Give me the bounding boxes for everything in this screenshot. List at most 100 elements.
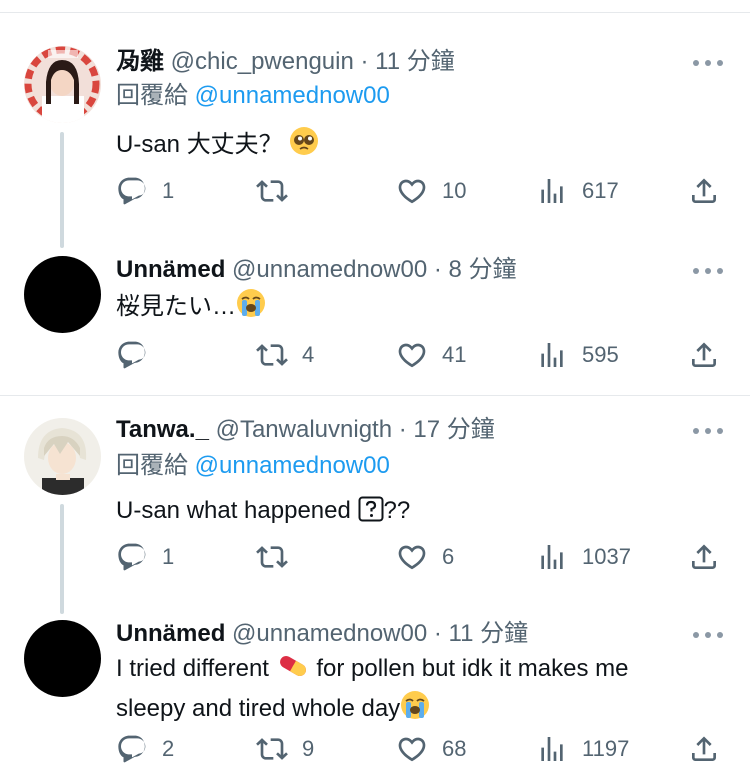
tweet-actions: 1 6 1037 (116, 540, 726, 574)
retweet-icon (256, 541, 288, 573)
more-options-icon[interactable] (693, 266, 723, 276)
display-name[interactable]: Unnämed (116, 620, 225, 647)
share-icon (688, 175, 720, 207)
reply-context: 回覆給 @unnamednow00 (116, 450, 390, 482)
user-handle[interactable]: @unnamednow00 (232, 620, 427, 647)
share-button[interactable] (688, 338, 720, 372)
tweet-text: 桜見たい… (116, 288, 706, 328)
thread-connector (60, 504, 64, 614)
views-chart-icon (536, 339, 568, 371)
thread-divider (0, 395, 750, 396)
heart-icon (396, 541, 428, 573)
share-icon (688, 339, 720, 371)
views-button[interactable]: 617 (536, 174, 619, 208)
like-count: 41 (442, 342, 467, 367)
tweet-header: Unnämed @unnamednow00 · 11 分鐘 (116, 618, 528, 650)
views-button[interactable]: 1197 (536, 732, 629, 766)
reply-button[interactable]: 1 (116, 540, 174, 574)
like-button[interactable]: 68 (396, 732, 466, 766)
separator-dot: · (360, 48, 369, 75)
retweet-button[interactable] (256, 174, 302, 208)
thread-connector (60, 132, 64, 248)
views-button[interactable]: 595 (536, 338, 619, 372)
tweet-actions: 2 9 68 1197 (116, 732, 726, 766)
reply-mention-link[interactable]: @unnamednow00 (195, 452, 390, 479)
timestamp[interactable]: 17 分鐘 (413, 416, 494, 443)
avatar[interactable] (24, 418, 101, 495)
user-handle[interactable]: @Tanwaluvnigth (216, 416, 392, 443)
reply-prefix: 回覆給 (116, 82, 188, 109)
tweet-text-line2: sleepy and tired whole day (116, 695, 401, 722)
loudly-crying-face-emoji (400, 690, 430, 730)
reply-icon (116, 733, 148, 765)
avatar[interactable] (24, 256, 101, 333)
retweet-button[interactable]: 4 (256, 338, 314, 372)
reply-button[interactable]: 2 (116, 732, 174, 766)
more-options-icon[interactable] (693, 426, 723, 436)
retweet-button[interactable] (256, 540, 302, 574)
tweet-text: I tried different for pollen but idk it … (116, 652, 706, 730)
tweet-text-content: U-san what happened (116, 497, 351, 524)
tweet-text-content: U-san 大丈夫？ (116, 131, 283, 158)
tweet-text-suffix: ?? (383, 497, 411, 524)
tweet-header: Tanwa._ @Tanwaluvnigth · 17 分鐘 (116, 414, 495, 446)
reply-context: 回覆給 @unnamednow00 (116, 80, 390, 112)
share-button[interactable] (688, 174, 720, 208)
reply-button[interactable] (116, 338, 162, 372)
retweet-icon (256, 733, 288, 765)
more-options-icon[interactable] (693, 630, 723, 640)
like-count: 10 (442, 178, 467, 203)
like-count: 68 (442, 736, 467, 761)
share-button[interactable] (688, 540, 720, 574)
timestamp[interactable]: 11 分鐘 (375, 48, 455, 75)
retweet-button[interactable]: 9 (256, 732, 314, 766)
display-name[interactable]: Unnämed (116, 256, 225, 283)
reply-count: 2 (162, 736, 175, 761)
like-count: 6 (442, 544, 455, 569)
top-divider (0, 12, 750, 13)
display-name[interactable]: Tanwa._ (116, 416, 209, 443)
separator-dot: · (398, 416, 407, 443)
reply-count: 1 (162, 178, 175, 203)
like-button[interactable]: 6 (396, 540, 454, 574)
reply-icon (116, 175, 148, 207)
avatar[interactable] (24, 620, 101, 697)
tweet-text: U-san 大丈夫？ (116, 126, 706, 166)
timestamp[interactable]: 8 分鐘 (449, 256, 517, 283)
reply-icon (116, 541, 148, 573)
timestamp[interactable]: 11 分鐘 (449, 620, 529, 647)
tweet-text-content: 桜見たい… (116, 293, 236, 320)
separator-dot: · (433, 256, 442, 283)
tweet-text-line1-a: I tried different (116, 655, 269, 682)
views-count: 617 (582, 178, 619, 203)
reply-prefix: 回覆給 (116, 452, 188, 479)
loudly-crying-face-emoji (236, 288, 266, 328)
tweet-actions: 4 41 595 (116, 338, 726, 372)
reply-mention-link[interactable]: @unnamednow00 (195, 82, 390, 109)
display-name[interactable]: 夃雞 (116, 48, 164, 75)
views-chart-icon (536, 733, 568, 765)
user-handle[interactable]: @unnamednow00 (232, 256, 427, 283)
like-button[interactable]: 41 (396, 338, 466, 372)
reply-button[interactable]: 1 (116, 174, 174, 208)
more-options-icon[interactable] (693, 58, 723, 68)
views-button[interactable]: 1037 (536, 540, 631, 574)
share-button[interactable] (688, 732, 720, 766)
separator-dot: · (433, 620, 442, 647)
retweet-icon (256, 339, 288, 371)
reply-icon (116, 339, 148, 371)
views-chart-icon (536, 541, 568, 573)
question-box-emoji (358, 496, 384, 532)
heart-icon (396, 733, 428, 765)
tweet-header: 夃雞 @chic_pwenguin · 11 分鐘 (116, 46, 455, 78)
heart-icon (396, 175, 428, 207)
like-button[interactable]: 10 (396, 174, 466, 208)
views-chart-icon (536, 175, 568, 207)
retweet-count: 9 (302, 736, 315, 761)
tweet-actions: 1 10 617 (116, 174, 726, 208)
retweet-count: 4 (302, 342, 315, 367)
avatar[interactable] (24, 46, 101, 123)
user-handle[interactable]: @chic_pwenguin (171, 48, 354, 75)
retweet-icon (256, 175, 288, 207)
share-icon (688, 541, 720, 573)
